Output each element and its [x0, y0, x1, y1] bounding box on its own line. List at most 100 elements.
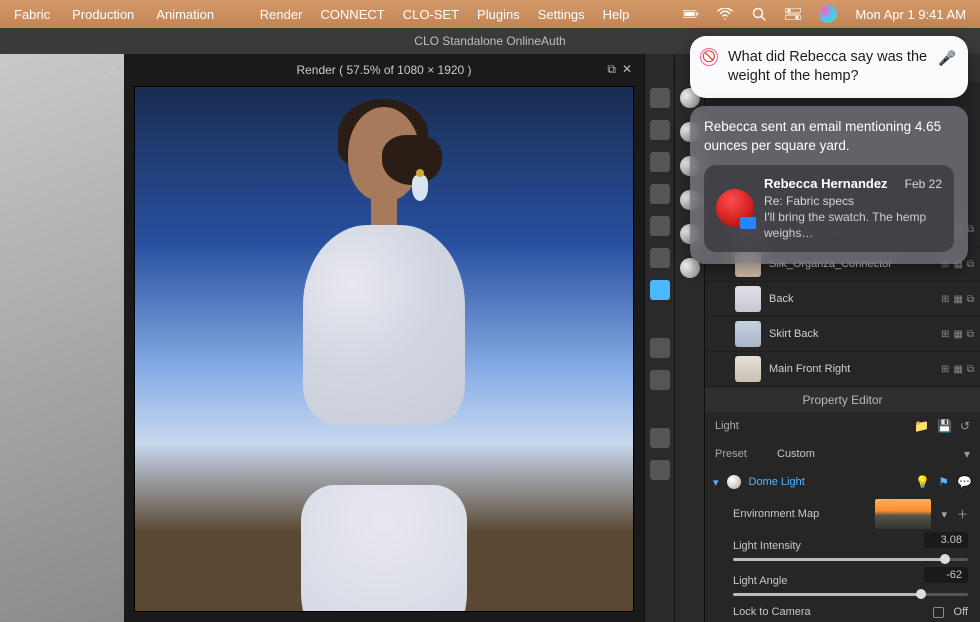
add-icon[interactable]: ⊞ — [941, 294, 949, 305]
menu-fabric[interactable]: Fabric — [14, 7, 50, 22]
render-header: Render ( 57.5% of 1080 × 1920 ) ⧉✕ — [124, 54, 644, 86]
angle-value[interactable]: -62 — [924, 567, 968, 583]
object-row[interactable]: Back ⊞ ▦ ⧉ — [705, 282, 980, 317]
siri-panel: 🚫 What did Rebecca say was the weight of… — [690, 36, 968, 264]
menu-production[interactable]: Production — [72, 7, 134, 22]
chevron-down-icon[interactable]: ▾ — [941, 508, 947, 521]
chat-icon[interactable]: 💬 — [957, 475, 972, 489]
folder-icon[interactable]: 📁 — [914, 419, 929, 433]
menu-help[interactable]: Help — [603, 7, 630, 22]
chevron-down-icon[interactable]: ▾ — [713, 476, 719, 489]
intensity-value[interactable]: 3.08 — [924, 532, 968, 548]
render-canvas[interactable] — [134, 86, 634, 612]
popout-icon[interactable]: ⧉ — [109, 64, 118, 79]
bulb-icon[interactable]: 💡 — [915, 475, 930, 489]
add-icon[interactable]: ⊞ — [941, 329, 949, 340]
menubar-clock[interactable]: Mon Apr 1 9:41 AM — [855, 7, 966, 22]
close-icon[interactable]: ✕ — [622, 62, 632, 77]
siri-mail-card[interactable]: Rebecca Hernandez Feb 22 Re: Fabric spec… — [704, 165, 954, 252]
spotlight-icon[interactable] — [751, 6, 767, 22]
tool-photo-icon[interactable] — [650, 248, 670, 268]
intensity-row: Light Intensity 3.08 — [705, 532, 980, 567]
tool-camera2-icon[interactable] — [650, 370, 670, 390]
lock-value: Off — [954, 606, 968, 618]
tool-camera-icon[interactable] — [650, 88, 670, 108]
add-icon[interactable]: ＋ — [957, 506, 968, 522]
dome-light-label: Dome Light — [749, 476, 908, 488]
menu-connect[interactable]: CONNECT — [320, 7, 384, 22]
object-thumb — [735, 286, 761, 312]
dup-icon[interactable]: ⧉ — [967, 329, 974, 340]
avatar — [716, 189, 754, 227]
object-row[interactable]: Skirt Back ⊞ ▦ ⧉ — [705, 317, 980, 352]
flag-icon[interactable]: ⚑ — [938, 475, 949, 489]
env-label: Environment Map — [733, 508, 865, 520]
siri-question-bubble[interactable]: 🚫 What did Rebecca say was the weight of… — [690, 36, 968, 98]
popout-icon[interactable]: ⧉ — [607, 62, 616, 77]
siri-question-text: What did Rebecca say was the weight of t… — [728, 49, 927, 84]
tool-strip-icon[interactable] — [650, 120, 670, 140]
siri-badge-icon: 🚫 — [700, 48, 718, 66]
menu-settings[interactable]: Settings — [538, 7, 585, 22]
tool-image-icon[interactable] — [650, 184, 670, 204]
light-bulb-icon — [727, 475, 741, 489]
intensity-label: Light Intensity — [733, 540, 801, 552]
render-controls[interactable]: ⧉✕ — [607, 62, 632, 77]
menu-closet[interactable]: CLO-SET — [403, 7, 459, 22]
window-title-text: CLO Standalone OnlineAuth — [414, 34, 565, 48]
angle-row: Light Angle -62 — [705, 567, 980, 602]
card-preview: I'll bring the swatch. The hemp weighs… — [764, 209, 942, 242]
dome-light-row[interactable]: ▾ Dome Light 💡 ⚑ 💬 — [705, 468, 980, 496]
object-name: Main Front Right — [769, 363, 933, 375]
card-subject: Re: Fabric specs — [764, 193, 942, 209]
object-name: Back — [769, 293, 933, 305]
property-editor: Light 📁 💾 ↺ Preset Custom ▾ ▾ Dome Light 💡… — [705, 412, 980, 622]
menu-plugins[interactable]: Plugins — [477, 7, 520, 22]
angle-label: Light Angle — [733, 575, 787, 587]
render-title: Render ( 57.5% of 1080 × 1920 ) — [296, 63, 471, 77]
grid-icon[interactable]: ▦ — [953, 294, 962, 305]
dup-icon[interactable]: ⧉ — [967, 294, 974, 305]
preset-label: Preset — [715, 448, 777, 460]
chevron-down-icon[interactable]: ▾ — [964, 447, 970, 461]
wifi-icon[interactable] — [717, 6, 733, 22]
environment-map-row: Environment Map ▾ ＋ — [705, 496, 980, 532]
preset-dropdown[interactable]: Custom — [777, 448, 964, 460]
siri-icon[interactable] — [819, 5, 837, 23]
tool-capture-icon[interactable] — [650, 280, 670, 300]
object-thumb — [735, 321, 761, 347]
tool-gear-icon[interactable] — [650, 338, 670, 358]
grid-icon[interactable]: ▦ — [953, 329, 962, 340]
reset-icon[interactable]: ↺ — [960, 419, 970, 433]
microphone-icon[interactable]: 🎤 — [938, 50, 956, 69]
property-editor-title: Property Editor — [705, 388, 980, 412]
macos-menubar: Fabric Production Animation Render CONNE… — [0, 0, 980, 28]
lock-checkbox[interactable] — [933, 607, 944, 618]
save-icon[interactable]: 💾 — [937, 419, 952, 433]
lock-label: Lock to Camera — [733, 606, 923, 618]
tool-frame-icon[interactable] — [650, 216, 670, 236]
angle-slider[interactable] — [733, 593, 968, 596]
render-toolbar — [644, 54, 674, 622]
tool-clap-icon[interactable] — [650, 152, 670, 172]
siri-answer-text: Rebecca sent an email mentioning 4.65 ou… — [704, 118, 954, 155]
tool-gear2-icon[interactable] — [650, 460, 670, 480]
tool-wand-icon[interactable] — [650, 428, 670, 448]
env-map-thumbnail[interactable] — [875, 499, 931, 529]
object-name: Skirt Back — [769, 328, 933, 340]
dup-icon[interactable]: ⧉ — [967, 364, 974, 375]
battery-icon[interactable] — [683, 6, 699, 22]
add-icon[interactable]: ⊞ — [941, 364, 949, 375]
card-sender: Rebecca Hernandez — [764, 175, 888, 193]
siri-answer-bubble: Rebecca sent an email mentioning 4.65 ou… — [690, 106, 968, 263]
wireframe-pane[interactable]: ⧉ — [0, 54, 124, 622]
object-row[interactable]: Main Front Right ⊞ ▦ ⧉ — [705, 352, 980, 387]
control-center-icon[interactable] — [785, 6, 801, 22]
intensity-slider[interactable] — [733, 558, 968, 561]
render-pane: Render ( 57.5% of 1080 × 1920 ) ⧉✕ — [124, 54, 644, 622]
lock-camera-row: Lock to Camera Off — [705, 602, 980, 622]
light-label: Light — [715, 420, 777, 432]
menu-animation[interactable]: Animation — [156, 7, 214, 22]
grid-icon[interactable]: ▦ — [953, 364, 962, 375]
menu-render[interactable]: Render — [260, 7, 303, 22]
